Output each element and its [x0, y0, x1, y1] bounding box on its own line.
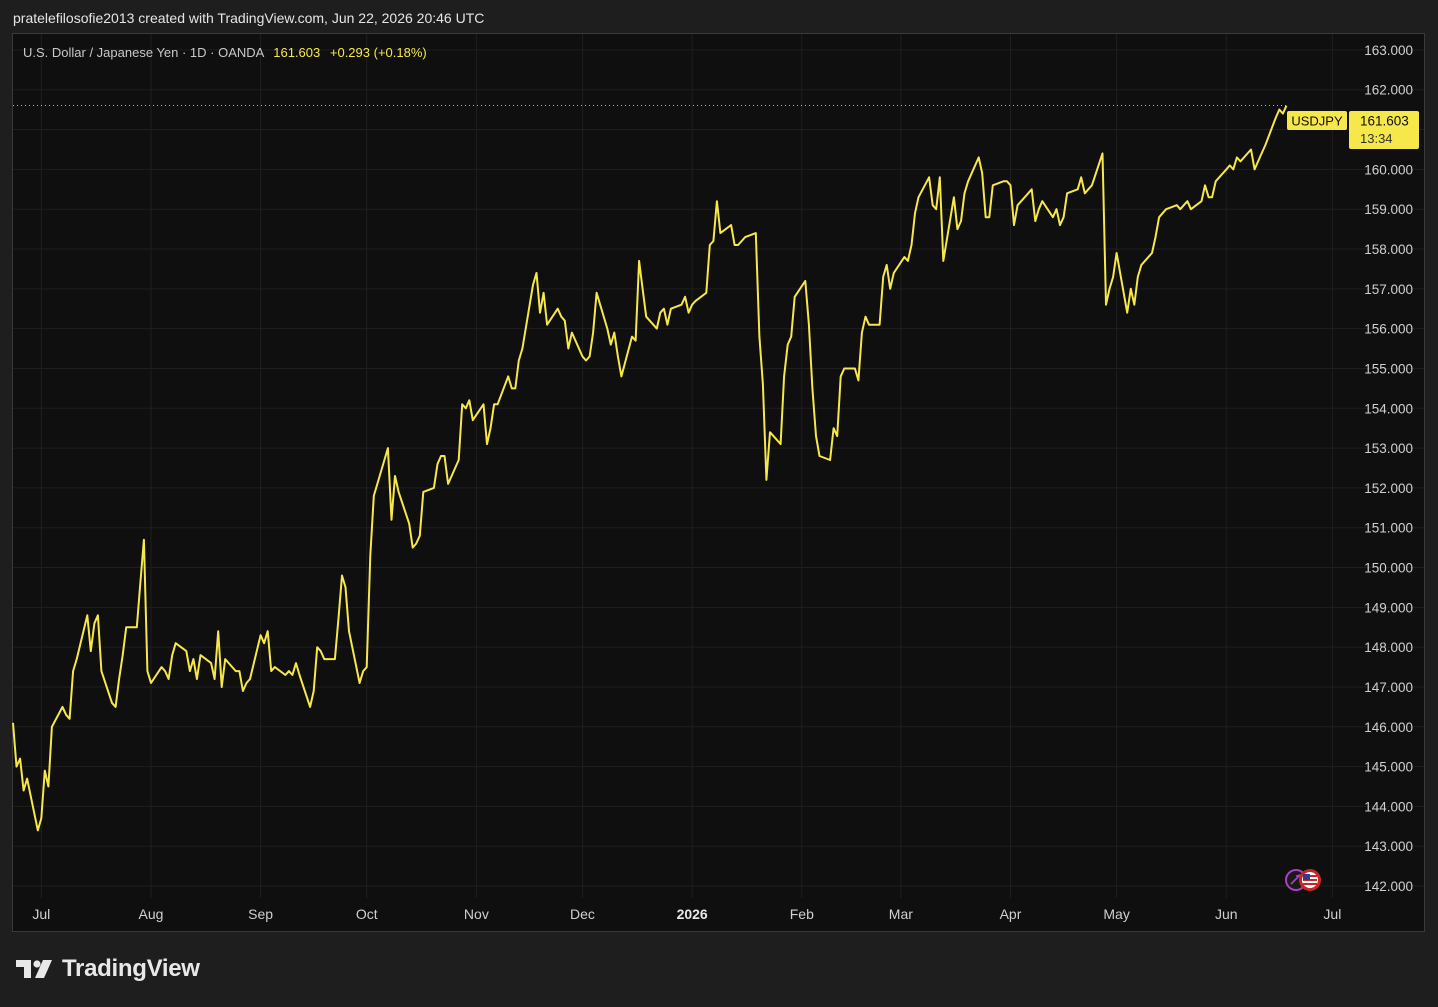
x-tick-label: Sep	[248, 906, 273, 922]
brand-name: TradingView	[62, 955, 200, 982]
y-axis: 163.000162.000161.000160.000159.000158.0…	[1364, 43, 1413, 894]
y-tick-label: 152.000	[1364, 481, 1413, 496]
y-tick-label: 148.000	[1364, 640, 1413, 655]
x-tick-label: Jun	[1215, 906, 1238, 922]
x-tick-label: Feb	[790, 906, 814, 922]
y-tick-label: 163.000	[1364, 43, 1413, 58]
symbol-legend: U.S. Dollar / Japanese Yen · 1D · OANDA …	[23, 45, 427, 60]
symbol-label-text: USDJPY	[1291, 114, 1343, 129]
last-price-value: 161.603	[273, 45, 321, 60]
x-tick-label: Jul	[1323, 906, 1341, 922]
x-tick-label: Nov	[464, 906, 489, 922]
x-tick-label: Apr	[1000, 906, 1022, 922]
y-tick-label: 153.000	[1364, 441, 1413, 456]
y-tick-label: 145.000	[1364, 760, 1413, 775]
us-flag-icon[interactable]	[1299, 869, 1321, 891]
y-tick-label: 146.000	[1364, 720, 1413, 735]
x-tick-label: May	[1103, 906, 1129, 922]
symbol-label: USDJPY	[1287, 111, 1347, 130]
tradingview-logo[interactable]: TradingView	[16, 955, 200, 983]
price-label-value: 161.603	[1360, 114, 1409, 129]
x-tick-label: Jul	[32, 906, 50, 922]
price-chart[interactable]: 163.000162.000161.000160.000159.000158.0…	[0, 0, 1438, 1007]
x-tick-label: Dec	[570, 906, 595, 922]
y-tick-label: 160.000	[1364, 162, 1413, 177]
y-tick-label: 151.000	[1364, 521, 1413, 536]
price-label-countdown: 13:34	[1360, 131, 1393, 146]
y-tick-label: 156.000	[1364, 322, 1413, 337]
y-tick-label: 159.000	[1364, 202, 1413, 217]
price-label: 161.603 13:34	[1349, 111, 1419, 149]
y-tick-label: 142.000	[1364, 879, 1413, 894]
tradingview-logo-icon	[16, 960, 52, 978]
symbol-title: U.S. Dollar / Japanese Yen · 1D · OANDA	[23, 45, 264, 60]
x-tick-label: Oct	[356, 906, 378, 922]
y-tick-label: 144.000	[1364, 799, 1413, 814]
y-tick-label: 149.000	[1364, 600, 1413, 615]
y-tick-label: 154.000	[1364, 401, 1413, 416]
x-tick-label: Mar	[889, 906, 913, 922]
x-axis: Jul Aug Sep Oct Nov Dec 2026 Feb Mar Apr May Jun Jul	[32, 906, 1341, 922]
y-tick-label: 147.000	[1364, 680, 1413, 695]
y-tick-label: 155.000	[1364, 361, 1413, 376]
x-tick-label: 2026	[677, 906, 708, 922]
y-tick-label: 157.000	[1364, 282, 1413, 297]
y-tick-label: 143.000	[1364, 839, 1413, 854]
y-tick-label: 150.000	[1364, 561, 1413, 576]
price-series-line	[12, 105, 1288, 832]
y-tick-label: 162.000	[1364, 83, 1413, 98]
grid	[13, 34, 1424, 898]
y-tick-label: 158.000	[1364, 242, 1413, 257]
price-change-value: +0.293 (+0.18%)	[329, 45, 427, 60]
x-tick-label: Aug	[138, 906, 163, 922]
